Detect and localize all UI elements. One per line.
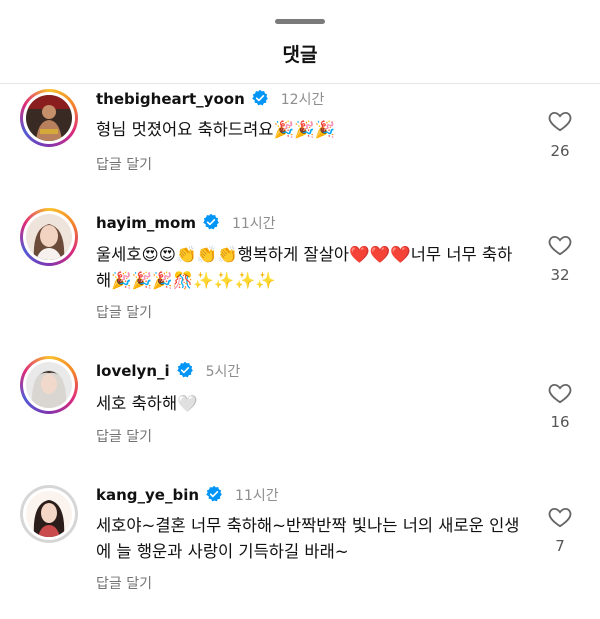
verified-badge-icon [251,89,268,106]
timestamp: 11시간 [235,488,279,504]
drag-handle[interactable] [275,19,325,24]
verified-badge-icon [203,213,219,230]
comment-text: 세호 축하해🤍 [96,394,198,413]
username[interactable]: lovelyn_i 5시간 [96,361,240,381]
like-count: 16 [550,413,570,431]
avatar[interactable] [20,356,78,414]
comment-text: 세호야~결혼 너무 축하해~반짝반짝 빛나는 너의 새로운 인생에 늘 행운과 … [96,516,520,561]
comment-item: lovelyn_i 5시간 세호 축하해🤍 답글 달기 16 [0,356,600,476]
username[interactable]: kang_ye_bin 11시간 [96,485,279,505]
avatar-image [26,214,72,260]
verified-badge-icon [176,361,193,378]
username[interactable]: thebigheart_yoon 12시간 [96,89,324,109]
avatar[interactable] [20,89,78,147]
like-count: 7 [555,537,565,555]
heart-outline-icon[interactable] [546,232,574,258]
avatar-image [26,362,72,408]
avatar-image [26,491,72,537]
comments-sheet: 댓글 thebigheart_yoon12시간 형님 멋졌어요 축하드려요🎉🎉 [0,0,600,619]
heart-outline-icon[interactable] [546,380,574,406]
timestamp: 5시간 [205,364,241,380]
reply-button[interactable]: 답글 달기 [96,154,152,174]
username[interactable]: hayim_mom 11시간 [96,213,276,233]
comment-item: hayim_mom 11시간 울세호😍😍👏👏👏행복하게 잘살아❤️❤️❤️너무 너… [0,208,600,328]
avatar-image [26,95,72,141]
comment-text: 형님 멋졌어요 축하드려요🎉🎉🎉 [96,120,336,139]
timestamp: 11시간 [231,216,276,232]
like-count: 26 [550,142,570,160]
comment-text: 울세호😍😍👏👏👏행복하게 잘살아❤️❤️❤️너무 너무 축하해🎉🎉🎉🎊✨✨✨✨ [96,245,513,290]
like-count: 32 [550,266,570,284]
comment-item: thebigheart_yoon 12시간 형님 멋졌어요 축하드려요🎉🎉🎉 답글… [0,84,600,204]
heart-outline-icon[interactable] [546,108,574,134]
timestamp: 12시간 [280,92,325,108]
verified-badge-icon [206,485,222,502]
avatar[interactable] [20,485,78,543]
heart-outline-icon[interactable] [546,504,574,530]
page-title: 댓글 [282,44,318,66]
reply-button[interactable]: 답글 달기 [96,302,152,322]
reply-button[interactable]: 답글 달기 [96,573,152,593]
avatar[interactable] [20,208,78,266]
reply-button[interactable]: 답글 달기 [96,426,152,446]
comment-item: kang_ye_bin 11시간 세호야~결혼 너무 축하해~반짝반짝 빛나는 너… [0,480,600,600]
